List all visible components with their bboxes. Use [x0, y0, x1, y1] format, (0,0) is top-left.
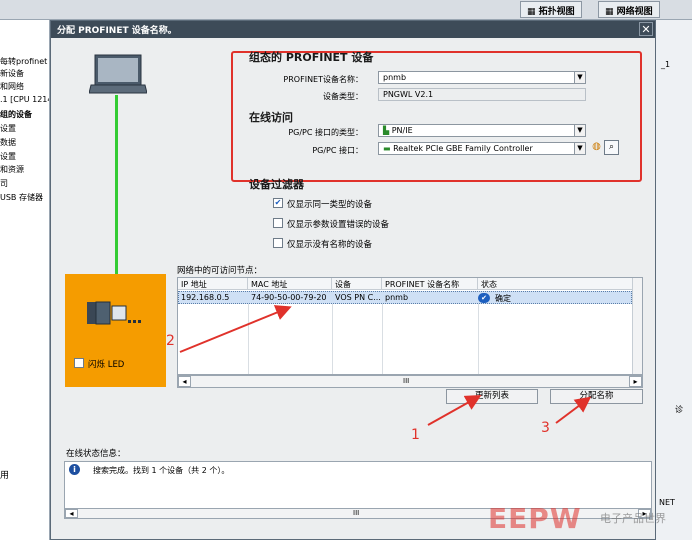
watermark-brand: EEPW	[488, 502, 582, 535]
watermark-tagline: 电子产品世界	[600, 512, 666, 525]
annotation-number: 2	[166, 333, 175, 349]
arrow-to-device-row	[179, 305, 292, 353]
annotation-number: 3	[541, 420, 550, 436]
arrow-to-assign-button	[555, 396, 592, 424]
watermark: EEPW 电子产品世界	[488, 498, 692, 540]
annotation-number: 1	[411, 427, 420, 443]
annotation-arrows	[179, 305, 592, 426]
arrow-to-update-button	[427, 395, 482, 426]
